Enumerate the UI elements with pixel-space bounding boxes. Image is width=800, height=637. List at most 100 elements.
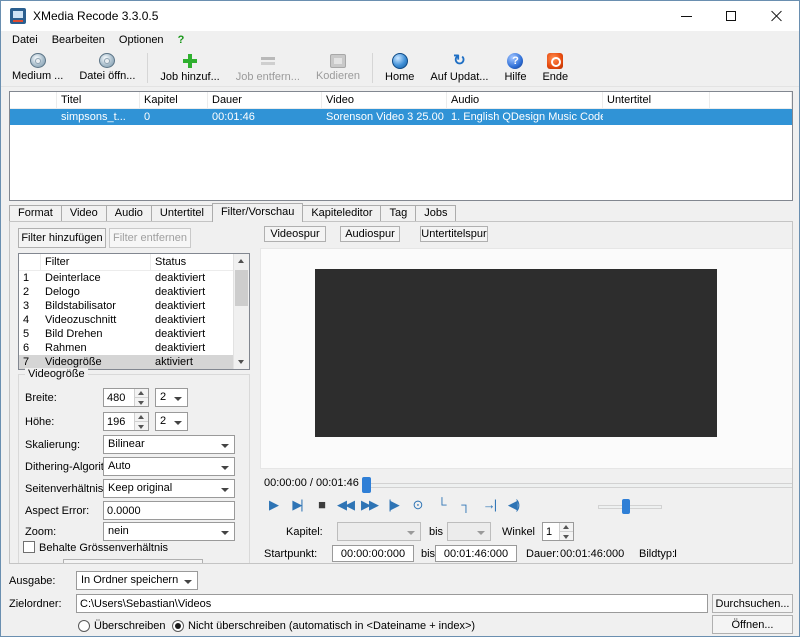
job-col-audio[interactable]: Audio (447, 92, 603, 109)
spin-up-icon[interactable] (135, 413, 148, 422)
ausgabe-dropdown[interactable]: In Ordner speichern (76, 571, 198, 590)
bildtyp-value: I (674, 548, 677, 560)
tab-format[interactable]: Format (9, 205, 62, 221)
toolbar-update-label: Auf Updat... (430, 71, 488, 83)
hoehe-input[interactable] (104, 413, 134, 430)
job-col-thumb[interactable] (10, 92, 57, 109)
filter-col-nr (19, 254, 41, 271)
spin-down-icon[interactable] (135, 422, 148, 430)
stop-button[interactable]: ■ (310, 495, 332, 515)
mark-start-button[interactable]: └ (430, 495, 452, 515)
toolbar-kodieren-button: Kodieren (308, 50, 368, 86)
menu-datei[interactable]: Datei (5, 33, 45, 47)
globe-icon (392, 53, 408, 69)
tab-jobs[interactable]: Jobs (415, 205, 456, 221)
spin-down-icon[interactable] (135, 398, 148, 406)
scroll-down-icon[interactable] (234, 354, 249, 369)
videospur-button[interactable]: Videospur (264, 226, 326, 242)
timeline-slider-thumb[interactable] (362, 477, 371, 493)
job-col-dauer[interactable]: Dauer (208, 92, 322, 109)
toolbar-datei-oeffnen-button[interactable]: Datei öffn... (71, 50, 143, 86)
filter-row[interactable]: 6 Rahmen deaktiviert (19, 341, 249, 355)
minimize-button[interactable] (664, 1, 709, 31)
filter-hinzufuegen-button[interactable]: Filter hinzufügen (18, 228, 106, 248)
hoehe-step-dropdown[interactable]: 2 (155, 412, 188, 431)
scrollbar-thumb[interactable] (235, 270, 248, 306)
toolbar-hilfe-button[interactable]: Hilfe (496, 50, 534, 86)
tab-untertitel[interactable]: Untertitel (151, 205, 213, 221)
spin-down-icon[interactable] (560, 532, 573, 540)
toolbar-job-hinzufuegen-button[interactable]: Job hinzuf... (152, 50, 227, 86)
startpunkt-input[interactable] (332, 545, 414, 562)
filter-row[interactable]: 4 Videozuschnitt deaktiviert (19, 313, 249, 327)
breite-step-dropdown[interactable]: 2 (155, 388, 188, 407)
maximize-button[interactable] (709, 1, 754, 31)
menu-optionen[interactable]: Optionen (112, 33, 171, 47)
tab-video[interactable]: Video (61, 205, 107, 221)
filter-list-scrollbar[interactable] (233, 254, 249, 369)
tab-filter-vorschau[interactable]: Filter/Vorschau (212, 203, 303, 222)
zielordner-input[interactable] (76, 594, 708, 613)
app-icon (10, 8, 26, 24)
filter-row[interactable]: 3 Bildstabilisator deaktiviert (19, 299, 249, 313)
filter-row[interactable]: 1 Deinterlace deaktiviert (19, 271, 249, 285)
rewind-button[interactable]: ◀◀ (334, 495, 356, 515)
filter-col-filter[interactable]: Filter (41, 254, 151, 271)
timer-button[interactable]: ⊙ (406, 495, 428, 515)
durchsuchen-button[interactable]: Durchsuchen... (712, 594, 793, 613)
filter-row-selected[interactable]: 7 Videogröße aktiviert (19, 355, 249, 369)
scroll-up-icon[interactable] (234, 254, 249, 269)
endpunkt-input[interactable] (435, 545, 517, 562)
toolbar-separator (147, 53, 148, 83)
zoom-dropdown[interactable]: nein (103, 522, 235, 541)
job-col-titel[interactable]: Titel (57, 92, 140, 109)
job-col-kapitel[interactable]: Kapitel (140, 92, 208, 109)
winkel-spin-arrows (559, 523, 573, 540)
volume-button[interactable]: ◀) (502, 495, 524, 515)
job-row-kapitel: 0 (140, 111, 208, 123)
next-frame-button[interactable]: ▶| (286, 495, 308, 515)
toolbar-ende-button[interactable]: Ende (534, 50, 576, 86)
toolbar-ende-label: Ende (542, 71, 568, 83)
toolbar-home-button[interactable]: Home (377, 50, 422, 86)
breite-input[interactable] (104, 389, 134, 406)
toolbar-update-button[interactable]: Auf Updat... (422, 50, 496, 86)
job-col-untertitel[interactable]: Untertitel (603, 92, 710, 109)
tab-audio[interactable]: Audio (106, 205, 152, 221)
oeffnen-button[interactable]: Öffnen... (712, 615, 793, 634)
size-preset-button[interactable]: 480 x 196 (63, 559, 203, 564)
play-button[interactable]: ▶ (262, 495, 284, 515)
goto-end-button[interactable]: →| (478, 495, 500, 515)
dithering-dropdown[interactable]: Auto (103, 457, 235, 476)
volume-slider-thumb[interactable] (622, 499, 630, 514)
skalierung-dropdown[interactable]: Bilinear (103, 435, 235, 454)
toolbar-medium-button[interactable]: Medium ... (4, 50, 71, 86)
seitenverhaeltnis-dropdown[interactable]: Keep original (103, 479, 235, 498)
close-button[interactable] (754, 1, 799, 31)
job-col-video[interactable]: Video (322, 92, 447, 109)
audiospur-button[interactable]: Audiospur (340, 226, 400, 242)
untertitelspur-button[interactable]: Untertitelspur (420, 226, 488, 242)
step-forward-button[interactable]: |▶ (382, 495, 404, 515)
winkel-input[interactable] (543, 523, 559, 540)
timeline-slider-track[interactable] (362, 483, 793, 488)
job-row[interactable]: simpsons_t... 0 00:01:46 Sorenson Video … (10, 109, 792, 125)
fast-forward-button[interactable]: ▶▶ (358, 495, 380, 515)
menu-hilfe[interactable]: ? (171, 33, 192, 47)
volume-slider-track[interactable] (598, 505, 662, 509)
filter-row[interactable]: 5 Bild Drehen deaktiviert (19, 327, 249, 341)
spin-up-icon[interactable] (560, 523, 573, 532)
tab-tag[interactable]: Tag (380, 205, 416, 221)
mark-end-button[interactable]: ┐ (454, 495, 476, 515)
nicht-ueberschreiben-radio[interactable] (172, 620, 184, 632)
breite-label: Breite: (25, 392, 57, 404)
filter-list-header: Filter Status (19, 254, 249, 271)
ueberschreiben-radio[interactable] (78, 620, 90, 632)
aspect-error-input[interactable] (103, 501, 235, 520)
menu-bearbeiten[interactable]: Bearbeiten (45, 33, 112, 47)
tab-kapiteleditor[interactable]: Kapiteleditor (302, 205, 381, 221)
spin-up-icon[interactable] (135, 389, 148, 398)
filter-row[interactable]: 2 Delogo deaktiviert (19, 285, 249, 299)
behalte-groessenverhaeltnis-checkbox[interactable] (23, 541, 35, 553)
open-file-disc-icon (99, 53, 115, 68)
